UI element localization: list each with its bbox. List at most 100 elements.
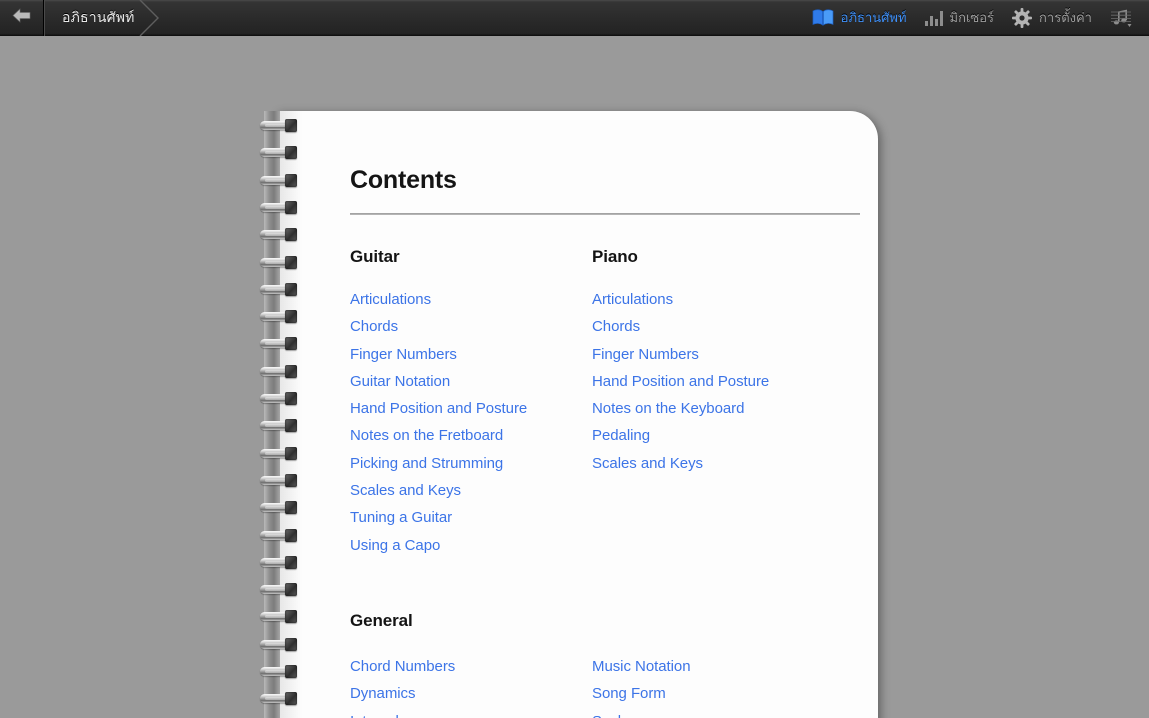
- binding-ring-hole: [285, 228, 297, 242]
- binding-ring: [258, 501, 302, 515]
- link-piano-pedaling[interactable]: Pedaling: [592, 422, 834, 449]
- binding-ring: [258, 392, 302, 405]
- workspace-background: Contents Guitar Articulations Chords Fin…: [0, 36, 1149, 718]
- toolbar-item-settings[interactable]: การตั้งค่า: [1003, 0, 1101, 36]
- binding-ring: [258, 119, 302, 132]
- toolbar-item-settings-label: การตั้งค่า: [1039, 10, 1092, 25]
- link-piano-hand-position-and-posture[interactable]: Hand Position and Posture: [592, 368, 834, 395]
- link-guitar-articulations[interactable]: Articulations: [350, 286, 592, 313]
- link-guitar-chords[interactable]: Chords: [350, 313, 592, 340]
- binding-ring-hole: [285, 610, 297, 624]
- binding-ring-hole: [285, 200, 297, 214]
- link-piano-chords[interactable]: Chords: [592, 313, 834, 340]
- binding-ring: [258, 583, 302, 597]
- link-guitar-hand-position-and-posture[interactable]: Hand Position and Posture: [350, 395, 592, 422]
- toolbar-item-glossary[interactable]: อภิธานศัพท์: [803, 0, 916, 36]
- binding-ring-hole: [285, 473, 297, 487]
- binding-ring-hole: [285, 419, 297, 433]
- binding-ring: [258, 364, 302, 378]
- link-piano-finger-numbers[interactable]: Finger Numbers: [592, 341, 834, 368]
- binding-ring: [258, 419, 302, 433]
- link-guitar-finger-numbers[interactable]: Finger Numbers: [350, 341, 592, 368]
- binding-ring-hole: [285, 555, 297, 569]
- toolbar-right-group: อภิธานศัพท์ มิกเซอร์ การตั้งค่า: [803, 0, 1149, 36]
- breadcrumb[interactable]: อภิธานศัพท์: [44, 0, 161, 36]
- column-heading-piano: Piano: [592, 247, 638, 266]
- binding-ring: [258, 665, 302, 678]
- toolbar-item-music[interactable]: [1101, 0, 1141, 36]
- binding-ring: [258, 528, 302, 542]
- binding-ring-hole: [285, 119, 297, 132]
- book-icon: [812, 9, 834, 26]
- link-general-intervals[interactable]: Intervals: [350, 708, 592, 718]
- link-piano-notes-on-the-keyboard[interactable]: Notes on the Keyboard: [592, 395, 834, 422]
- link-guitar-using-a-capo[interactable]: Using a Capo: [350, 532, 592, 559]
- section-heading-general: General: [350, 610, 413, 630]
- binding-ring: [258, 255, 302, 269]
- link-general-scales[interactable]: Scales: [592, 708, 834, 718]
- gear-icon: [1012, 7, 1033, 28]
- column-piano: Piano Articulations Chords Finger Number…: [592, 247, 834, 559]
- link-piano-scales-and-keys[interactable]: Scales and Keys: [592, 450, 834, 477]
- binding-ring-hole: [285, 255, 297, 269]
- binding-ring-hole: [285, 501, 297, 515]
- binding-ring: [258, 610, 302, 624]
- column-general-right: Music Notation Song Form Scales: [592, 653, 834, 718]
- link-guitar-notation[interactable]: Guitar Notation: [350, 368, 592, 395]
- binding-ring: [258, 473, 302, 487]
- instrument-columns: Guitar Articulations Chords Finger Numbe…: [350, 247, 860, 559]
- back-arrow-icon: [12, 7, 31, 28]
- binding-ring-hole: [285, 637, 297, 651]
- binding-ring: [258, 337, 302, 351]
- toolbar-left-group: อภิธานศัพท์: [0, 0, 161, 36]
- chevron-right-icon: [138, 0, 162, 36]
- binding-ring: [258, 200, 302, 214]
- link-general-chord-numbers[interactable]: Chord Numbers: [350, 653, 592, 680]
- column-general-left: Chord Numbers Dynamics Intervals: [350, 653, 592, 718]
- link-general-song-form[interactable]: Song Form: [592, 680, 834, 707]
- notebook-page: Contents Guitar Articulations Chords Fin…: [276, 111, 878, 718]
- link-guitar-notes-on-the-fretboard[interactable]: Notes on the Fretboard: [350, 422, 592, 449]
- binding-ring-hole: [285, 337, 297, 351]
- binding-ring-hole: [285, 173, 297, 187]
- back-button[interactable]: [0, 0, 44, 36]
- binding-ring-hole: [285, 364, 297, 378]
- binding-ring-hole: [285, 282, 297, 296]
- column-heading-guitar: Guitar: [350, 247, 400, 266]
- binding-ring: [258, 146, 302, 160]
- toolbar-item-glossary-label: อภิธานศัพท์: [840, 10, 907, 25]
- page-title: Contents: [350, 166, 457, 194]
- link-guitar-picking-and-strumming[interactable]: Picking and Strumming: [350, 450, 592, 477]
- binding-ring: [258, 555, 302, 569]
- binding-ring: [258, 282, 302, 296]
- music-note-icon: [1110, 8, 1132, 27]
- binding-ring: [258, 228, 302, 242]
- equalizer-icon: [924, 10, 943, 26]
- binding-ring-hole: [285, 392, 297, 405]
- binding-ring-hole: [285, 146, 297, 160]
- link-piano-articulations[interactable]: Articulations: [592, 286, 834, 313]
- binding-ring-hole: [285, 583, 297, 597]
- binding-ring: [258, 692, 302, 706]
- link-general-music-notation[interactable]: Music Notation: [592, 653, 834, 680]
- link-guitar-tuning-a-guitar[interactable]: Tuning a Guitar: [350, 504, 592, 531]
- column-guitar: Guitar Articulations Chords Finger Numbe…: [350, 247, 592, 559]
- link-general-dynamics[interactable]: Dynamics: [350, 680, 592, 707]
- page-content: Contents Guitar Articulations Chords Fin…: [350, 166, 860, 718]
- breadcrumb-label: อภิธานศัพท์: [62, 8, 135, 25]
- notebook: Contents Guitar Articulations Chords Fin…: [258, 111, 878, 718]
- general-columns: Chord Numbers Dynamics Intervals Music N…: [350, 653, 860, 718]
- link-guitar-scales-and-keys[interactable]: Scales and Keys: [350, 477, 592, 504]
- binding-ring: [258, 446, 302, 460]
- binding-ring: [258, 637, 302, 651]
- binding-ring-hole: [285, 446, 297, 460]
- title-divider: [350, 213, 860, 215]
- top-toolbar: อภิธานศัพท์ อภิธานศัพท์ มิกเซอร์ การตั้ง…: [0, 0, 1149, 36]
- spiral-binding: [258, 119, 306, 718]
- binding-ring-hole: [285, 310, 297, 324]
- binding-ring-hole: [285, 665, 297, 678]
- toolbar-item-mixer[interactable]: มิกเซอร์: [916, 0, 1004, 36]
- section-instruments: Guitar Articulations Chords Finger Numbe…: [350, 247, 860, 559]
- toolbar-item-mixer-label: มิกเซอร์: [949, 10, 995, 25]
- binding-ring: [258, 310, 302, 324]
